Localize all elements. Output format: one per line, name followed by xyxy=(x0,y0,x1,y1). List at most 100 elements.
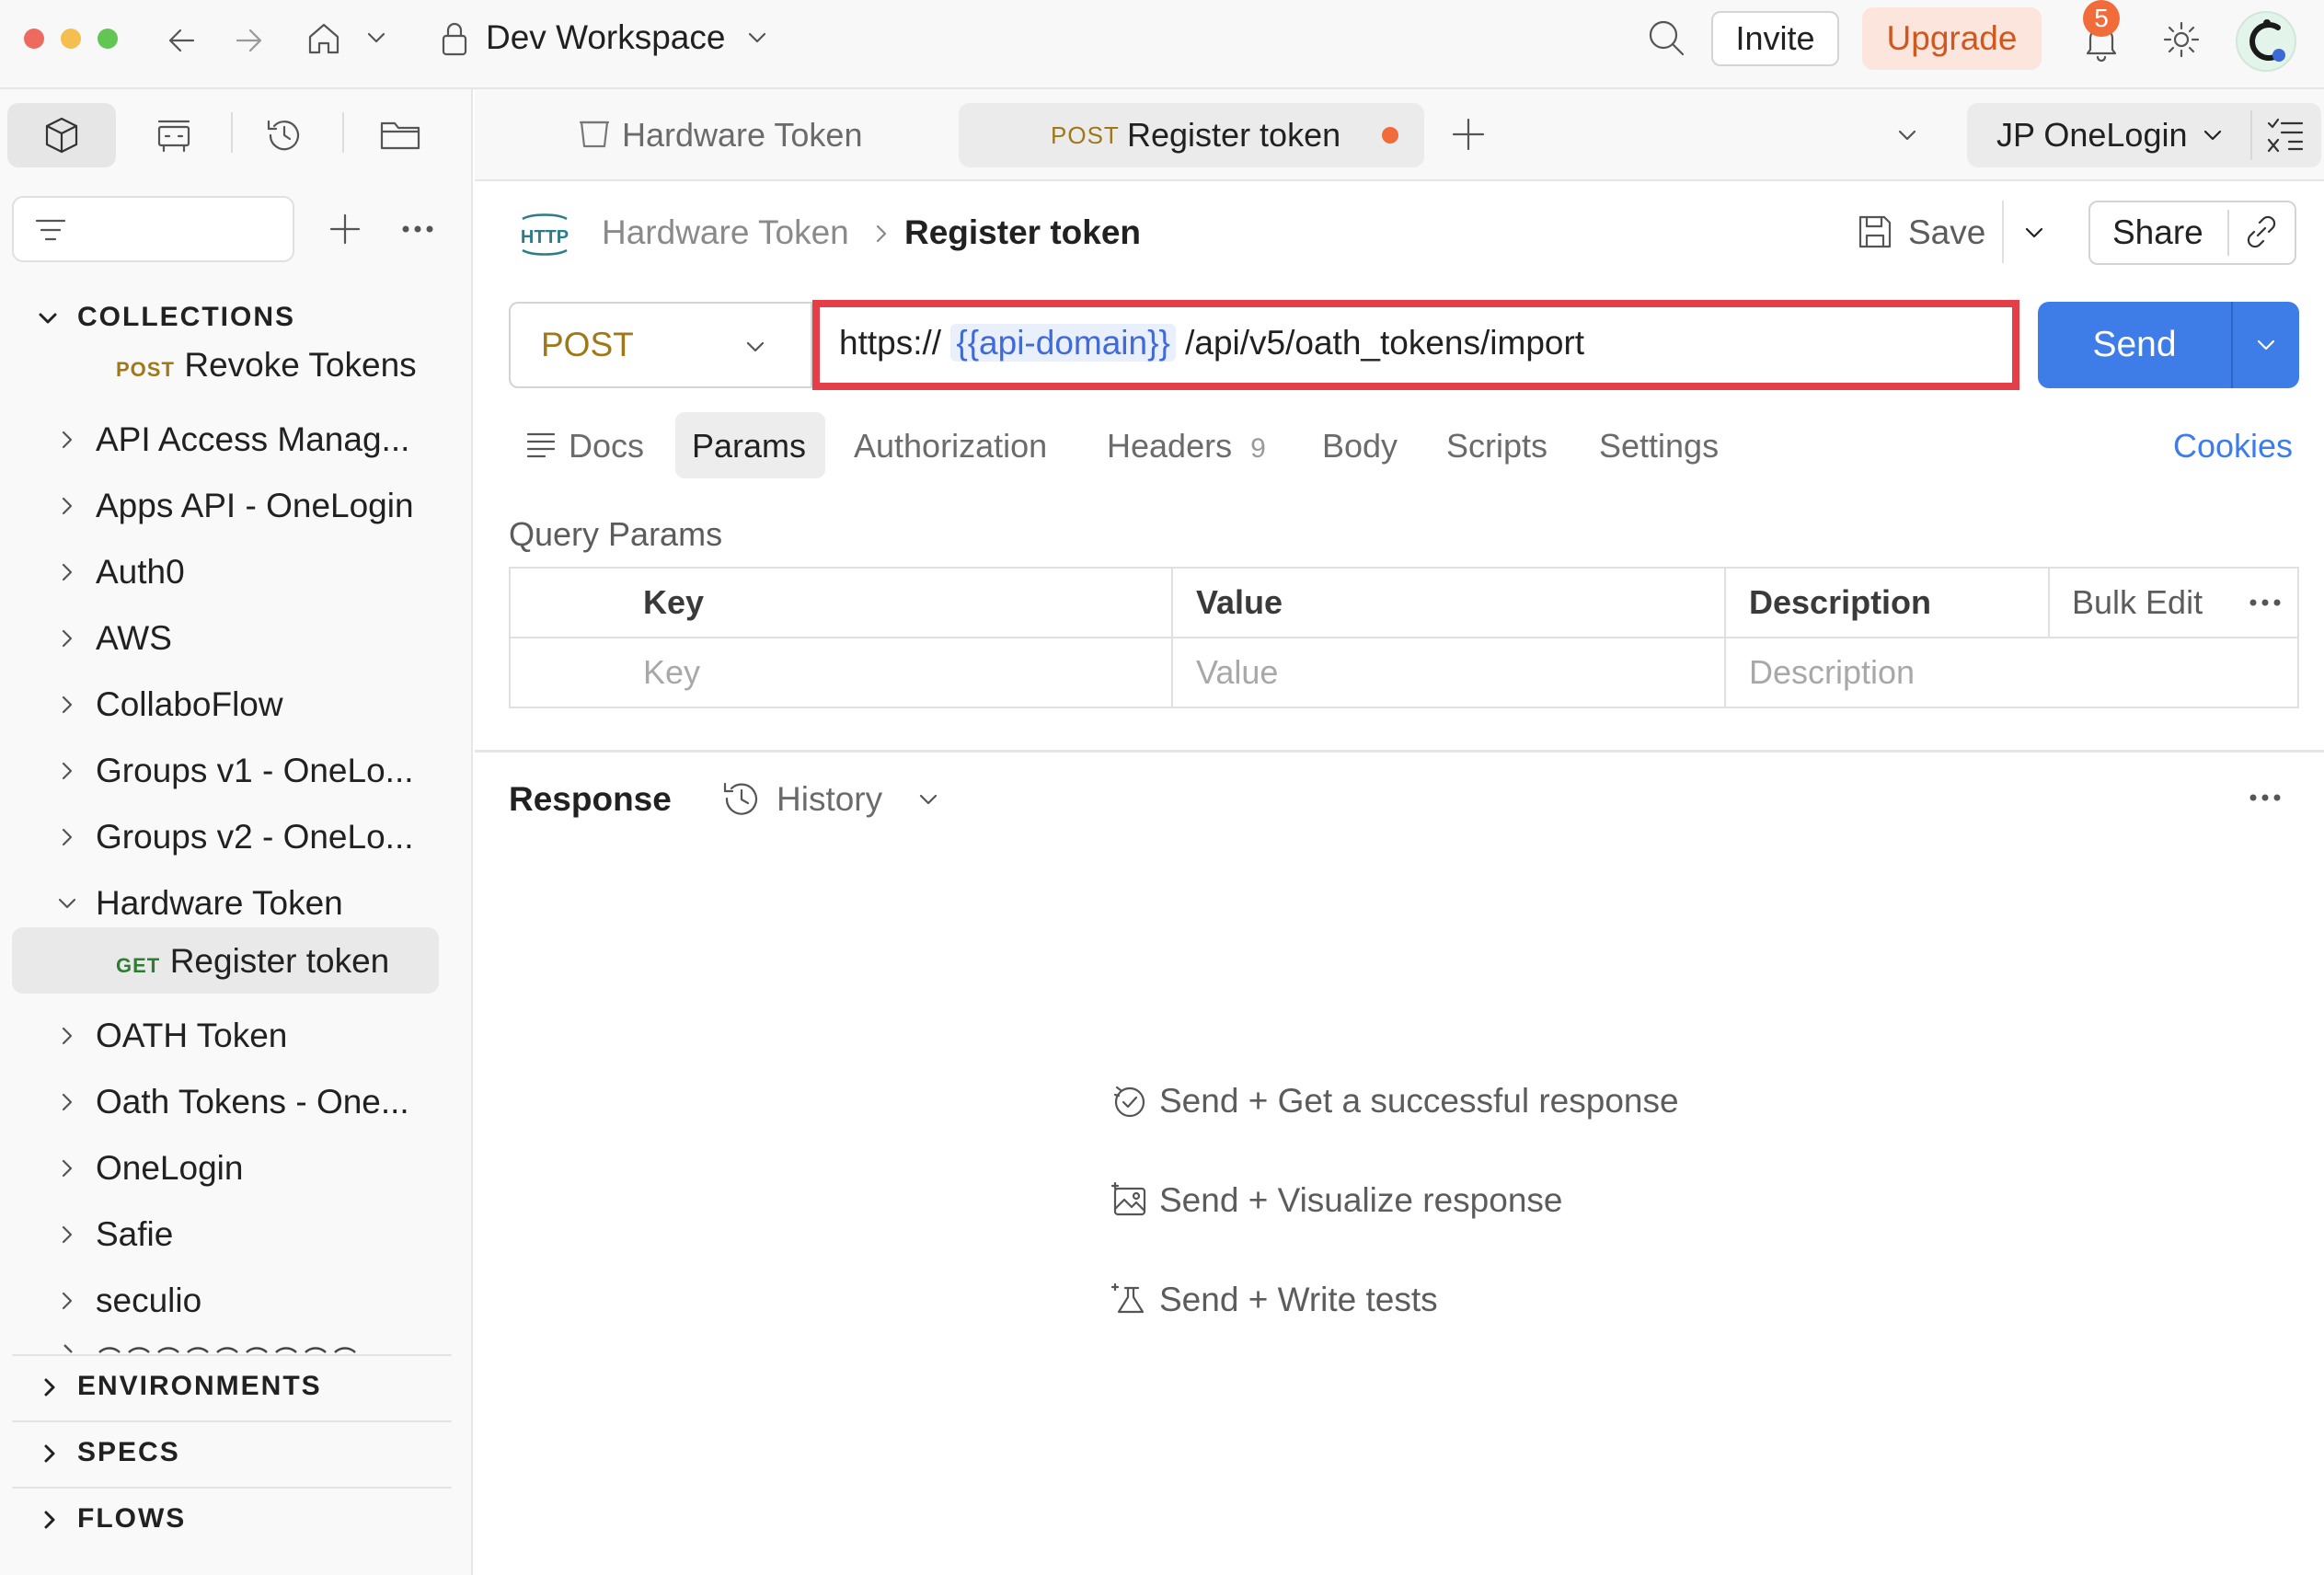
upgrade-button[interactable]: Upgrade xyxy=(1862,7,2042,70)
collection-item[interactable]: Apps API - OneLogin xyxy=(55,478,414,534)
home-menu-chevron-icon[interactable] xyxy=(362,24,390,52)
chevron-right-icon[interactable] xyxy=(55,1223,79,1247)
param-description-input[interactable]: Description xyxy=(1749,653,1915,692)
tab-params[interactable]: Params xyxy=(692,427,806,466)
save-icon[interactable] xyxy=(1855,212,1895,252)
environments-chevron-right-icon[interactable] xyxy=(37,1374,63,1400)
new-collection-plus-icon[interactable] xyxy=(326,210,364,248)
register-token-item[interactable]: GET Register token xyxy=(116,942,389,981)
collection-item[interactable]: OATH Token xyxy=(55,1008,287,1063)
method-value: POST xyxy=(541,326,634,363)
chevron-down-icon[interactable] xyxy=(55,891,79,915)
search-icon[interactable] xyxy=(1645,17,1687,59)
collection-item[interactable]: OneLogin xyxy=(55,1141,243,1196)
workspace-chevron-icon[interactable] xyxy=(743,24,771,52)
collection-label: CollaboFlow xyxy=(96,685,283,723)
hint-visualize-response[interactable]: Send + Visualize response xyxy=(1159,1181,1562,1220)
workspace-name[interactable]: Dev Workspace xyxy=(486,18,725,57)
collection-item[interactable]: API Access Manag... xyxy=(55,412,409,467)
sidebar-more-icon[interactable] xyxy=(399,217,436,241)
sidebar-tab-divider xyxy=(342,112,344,153)
tab-body[interactable]: Body xyxy=(1322,427,1398,466)
tab-scripts[interactable]: Scripts xyxy=(1446,427,1547,466)
flows-chevron-right-icon[interactable] xyxy=(37,1507,63,1533)
chevron-right-icon[interactable] xyxy=(55,825,79,849)
home-icon[interactable] xyxy=(304,18,344,59)
specs-chevron-right-icon[interactable] xyxy=(37,1441,63,1466)
invite-button[interactable]: Invite xyxy=(1711,11,1839,66)
chevron-right-icon[interactable] xyxy=(55,428,79,452)
collection-item[interactable]: seculio xyxy=(55,1273,201,1328)
history-icon[interactable] xyxy=(719,776,764,821)
avatar[interactable] xyxy=(2234,9,2298,74)
tab-headers[interactable]: Headers 9 xyxy=(1107,427,1266,466)
flows-header[interactable]: FLOWS xyxy=(77,1503,186,1535)
collection-item[interactable]: Groups v1 - OneLo... xyxy=(55,743,414,799)
collection-item[interactable]: AWS xyxy=(55,611,172,666)
save-menu-chevron-icon[interactable] xyxy=(2020,219,2048,247)
collection-item[interactable]: Groups v2 - OneLo... xyxy=(55,810,414,865)
collections-chevron-down-icon[interactable] xyxy=(35,305,61,331)
history-chevron-icon[interactable] xyxy=(915,786,942,813)
cookies-link[interactable]: Cookies xyxy=(2173,427,2293,466)
specs-header[interactable]: SPECS xyxy=(77,1437,180,1468)
chevron-right-icon[interactable] xyxy=(55,693,79,717)
chevron-right-icon[interactable] xyxy=(55,1156,79,1180)
minimize-window-button[interactable] xyxy=(61,29,81,49)
chevron-right-icon[interactable] xyxy=(55,759,79,783)
send-options-chevron-icon[interactable] xyxy=(2252,331,2280,359)
collection-item[interactable]: Safie xyxy=(55,1207,173,1262)
param-value-input[interactable]: Value xyxy=(1196,653,1278,692)
table-col-divider xyxy=(1724,567,1726,708)
collection-item[interactable]: Oath Tokens - One... xyxy=(55,1075,409,1130)
env-divider xyxy=(2250,110,2252,160)
collections-header[interactable]: COLLECTIONS xyxy=(77,302,295,333)
gear-icon[interactable] xyxy=(2160,18,2203,61)
breadcrumb-current[interactable]: Register token xyxy=(904,213,1141,252)
tab-authorization[interactable]: Authorization xyxy=(854,427,1047,466)
send-button[interactable]: Send xyxy=(2038,302,2231,388)
url-text[interactable]: https:// {{api-domain}} /api/v5/oath_tok… xyxy=(839,324,1584,362)
breadcrumb-parent[interactable]: Hardware Token xyxy=(602,213,849,252)
chevron-right-icon[interactable] xyxy=(55,1024,79,1048)
tab-settings[interactable]: Settings xyxy=(1599,427,1719,466)
share-button[interactable]: Share xyxy=(2112,213,2203,252)
save-button[interactable]: Save xyxy=(1908,213,1985,252)
tab-docs[interactable]: Docs xyxy=(569,427,644,466)
environment-icon[interactable] xyxy=(153,114,195,156)
chevron-right-icon[interactable] xyxy=(55,1090,79,1114)
response-more-icon[interactable] xyxy=(2247,786,2284,810)
zoom-window-button[interactable] xyxy=(98,29,118,49)
collection-item[interactable]: Hardware Token xyxy=(55,876,343,931)
hint-successful-response[interactable]: Send + Get a successful response xyxy=(1159,1082,1679,1121)
hint-write-tests[interactable]: Send + Write tests xyxy=(1159,1281,1438,1319)
bulk-edit-button[interactable]: Bulk Edit xyxy=(2072,583,2203,622)
environment-quick-look-icon[interactable] xyxy=(2265,118,2306,155)
history-icon[interactable] xyxy=(263,114,305,156)
revoke-tokens-item[interactable]: POST Revoke Tokens xyxy=(116,346,417,385)
link-icon[interactable] xyxy=(2241,212,2282,252)
filter-icon[interactable] xyxy=(33,215,68,245)
url-variable[interactable]: {{api-domain}} xyxy=(950,324,1176,362)
chevron-right-icon[interactable] xyxy=(55,494,79,518)
chevron-right-icon[interactable] xyxy=(55,627,79,650)
tab-list-chevron-icon[interactable] xyxy=(1893,121,1921,149)
response-history-button[interactable]: History xyxy=(777,780,882,819)
cube-icon[interactable] xyxy=(40,114,83,156)
new-tab-plus-icon[interactable] xyxy=(1448,114,1489,155)
check-badge-icon xyxy=(1110,1080,1150,1121)
folder-icon[interactable] xyxy=(377,114,423,156)
forward-arrow-icon[interactable] xyxy=(230,22,267,59)
params-more-icon[interactable] xyxy=(2247,591,2284,615)
close-window-button[interactable] xyxy=(24,29,44,49)
chevron-right-icon[interactable] xyxy=(55,560,79,584)
environments-header[interactable]: ENVIRONMENTS xyxy=(77,1371,322,1402)
back-arrow-icon[interactable] xyxy=(164,22,201,59)
collection-label: API Access Manag... xyxy=(96,420,410,458)
collection-item[interactable]: CollaboFlow xyxy=(55,677,283,732)
tab-hardware-token[interactable]: Hardware Token xyxy=(622,116,862,155)
param-key-input[interactable]: Key xyxy=(643,653,700,692)
collection-item[interactable]: Auth0 xyxy=(55,545,185,600)
chevron-right-icon[interactable] xyxy=(55,1289,79,1313)
docs-icon[interactable] xyxy=(524,429,558,460)
